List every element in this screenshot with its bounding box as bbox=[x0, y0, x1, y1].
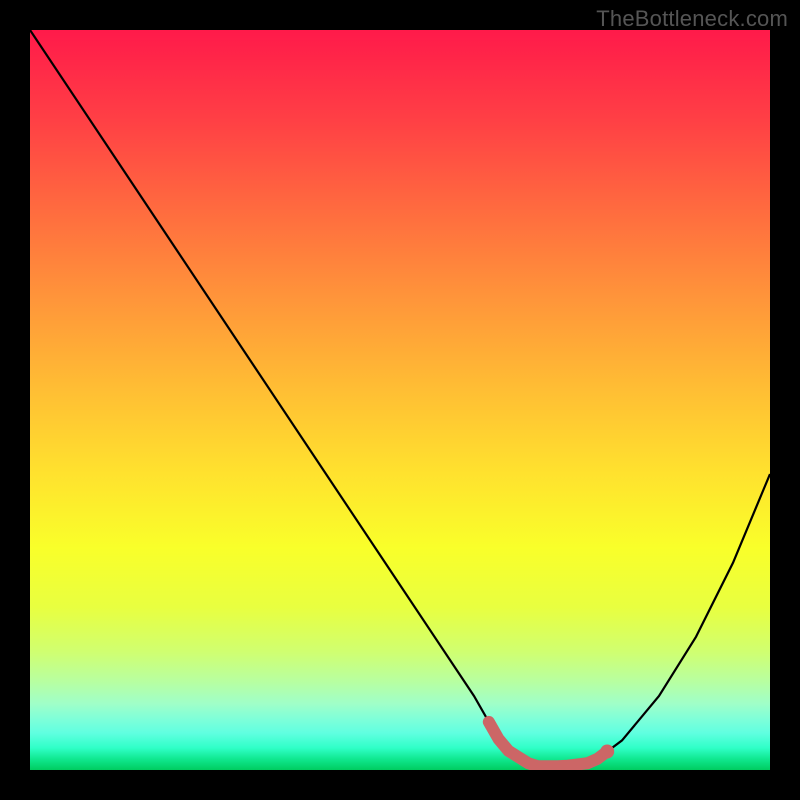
bottleneck-curve bbox=[30, 30, 770, 766]
highlight-end-dot bbox=[600, 745, 614, 759]
watermark-text: TheBottleneck.com bbox=[596, 6, 788, 32]
chart-plot-area bbox=[30, 30, 770, 770]
chart-curve-layer bbox=[30, 30, 770, 770]
highlight-band bbox=[489, 722, 607, 766]
